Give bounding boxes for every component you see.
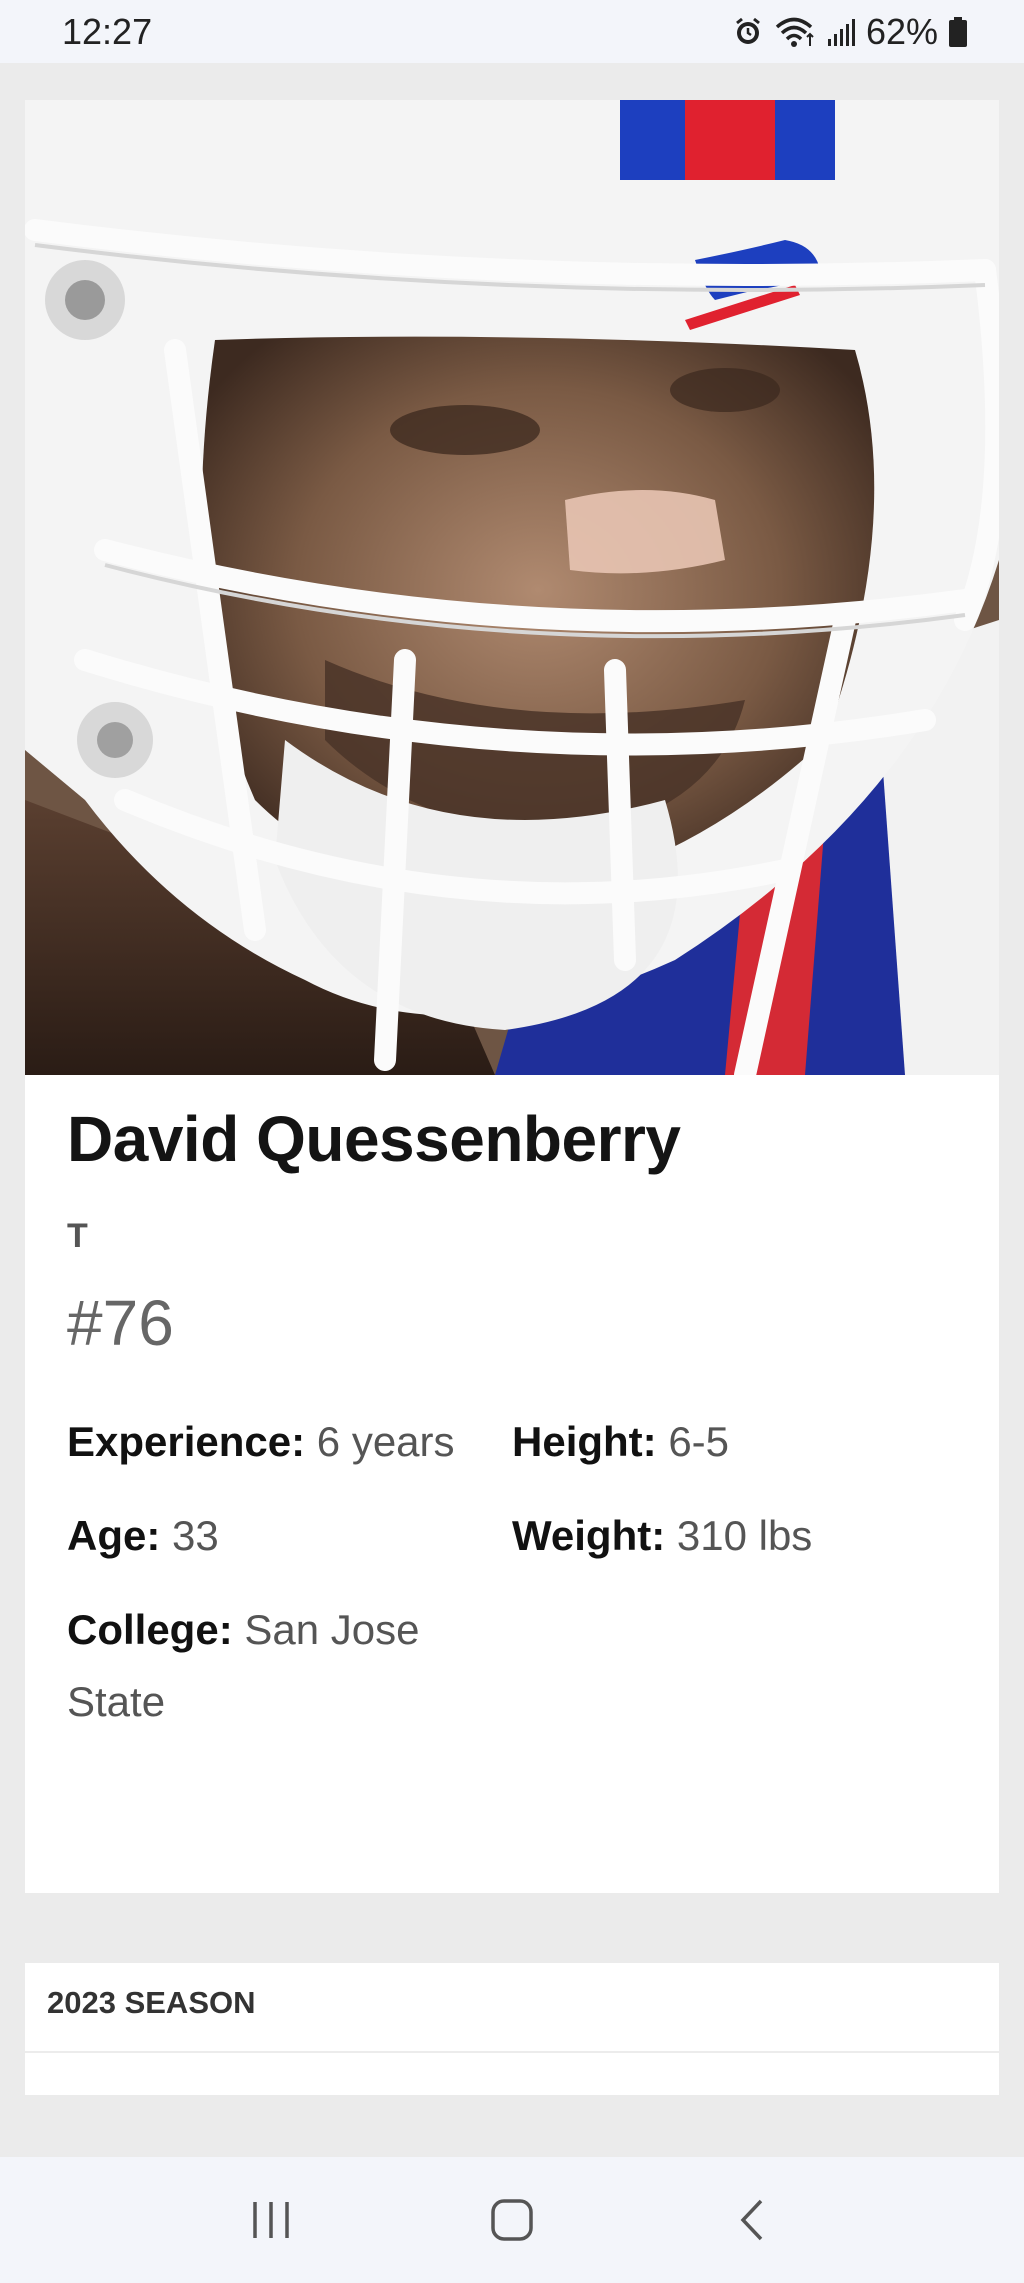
alarm-icon bbox=[732, 16, 764, 48]
stat-age-value: 33 bbox=[172, 1512, 219, 1559]
season-section: 2023 SEASON bbox=[25, 1963, 999, 2095]
stat-weight-label: Weight: bbox=[512, 1512, 666, 1559]
signal-icon bbox=[826, 17, 856, 47]
stat-height-value: 6-5 bbox=[668, 1418, 730, 1465]
stat-height: Height: 6-5 bbox=[512, 1406, 729, 1478]
battery-icon bbox=[948, 16, 968, 48]
stat-weight-value: 310 lbs bbox=[676, 1512, 813, 1559]
wifi-icon bbox=[774, 16, 816, 48]
stat-experience: Experience: 6 years bbox=[67, 1406, 455, 1478]
status-icons: 62% bbox=[732, 11, 968, 53]
player-number: #76 bbox=[67, 1287, 174, 1359]
navigation-bar bbox=[0, 2157, 1024, 2283]
status-bar: 12:27 62% bbox=[0, 0, 1024, 63]
recent-apps-button[interactable] bbox=[249, 2198, 293, 2242]
season-label: 2023 SEASON bbox=[47, 1985, 256, 2020]
stat-age-label: Age: bbox=[67, 1512, 161, 1559]
home-button[interactable] bbox=[490, 2198, 534, 2242]
stat-college: College: San Jose State bbox=[67, 1594, 467, 1738]
divider bbox=[25, 2051, 999, 2053]
stat-experience-value: 6 years bbox=[316, 1418, 455, 1465]
status-time: 12:27 bbox=[62, 10, 153, 52]
player-position: T bbox=[67, 1217, 88, 1255]
stat-college-label: College: bbox=[67, 1606, 233, 1653]
player-card: David Quessenberry T #76 Experience: 6 y… bbox=[25, 100, 999, 1893]
player-name: David Quessenberry bbox=[67, 1103, 681, 1175]
stat-weight: Weight: 310 lbs bbox=[512, 1500, 812, 1572]
back-button[interactable] bbox=[731, 2198, 775, 2242]
stat-experience-label: Experience: bbox=[67, 1418, 306, 1465]
stat-age: Age: 33 bbox=[67, 1500, 219, 1572]
player-photo bbox=[25, 100, 999, 1075]
battery-percent: 62% bbox=[865, 10, 938, 52]
stat-height-label: Height: bbox=[512, 1418, 657, 1465]
